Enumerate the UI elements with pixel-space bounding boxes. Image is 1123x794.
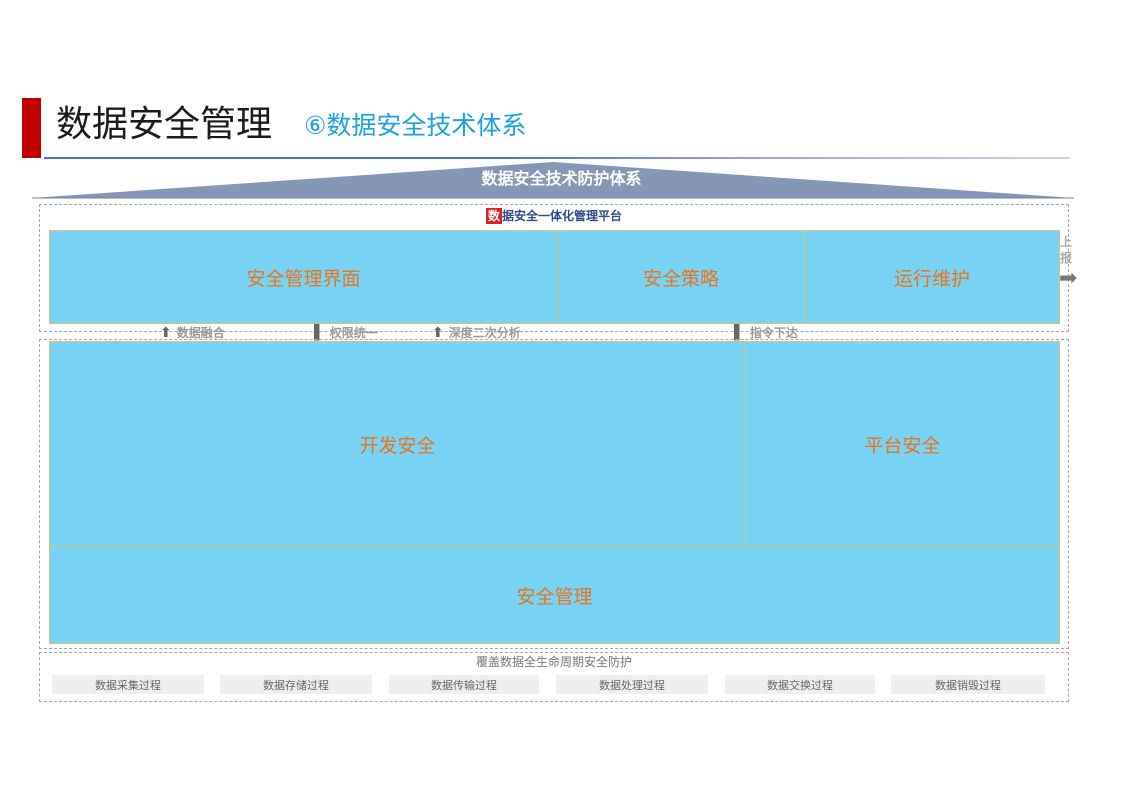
platform-label: 数据安全一体化管理平台 [40, 208, 1068, 224]
title-underline [44, 157, 1070, 159]
cell-security-management: 安全管理 [49, 546, 1060, 644]
report-arrow-icon: ➡ [1059, 266, 1078, 291]
stage-storage: 数据存储过程 [220, 675, 372, 694]
cell-platform-security: 平台安全 [745, 341, 1060, 547]
stage-exchange: 数据交换过程 [725, 675, 875, 694]
page-subtitle: ⑥数据安全技术体系 [304, 111, 527, 140]
stage-processing: 数据处理过程 [556, 675, 708, 694]
cell-security-management-ui: 安全管理界面 [49, 230, 558, 324]
title-accent-bar [22, 98, 41, 158]
stage-transmission: 数据传输过程 [389, 675, 539, 694]
stage-destruction: 数据销毁过程 [891, 675, 1045, 694]
cell-security-policy: 安全策略 [557, 230, 805, 324]
cell-operations: 运行维护 [804, 230, 1060, 324]
page-title: 数据安全管理 [56, 104, 273, 145]
report-label: 上报 [1060, 235, 1073, 265]
lifecycle-label: 覆盖数据全生命周期安全防护 [475, 655, 632, 669]
roof-label: 数据安全技术防护体系 [481, 169, 642, 188]
platform-label-rest: 据安全一体化管理平台 [502, 209, 623, 223]
platform-label-first-char: 数 [485, 208, 502, 224]
cell-dev-security: 开发安全 [49, 341, 746, 547]
stage-collection: 数据采集过程 [52, 675, 204, 694]
